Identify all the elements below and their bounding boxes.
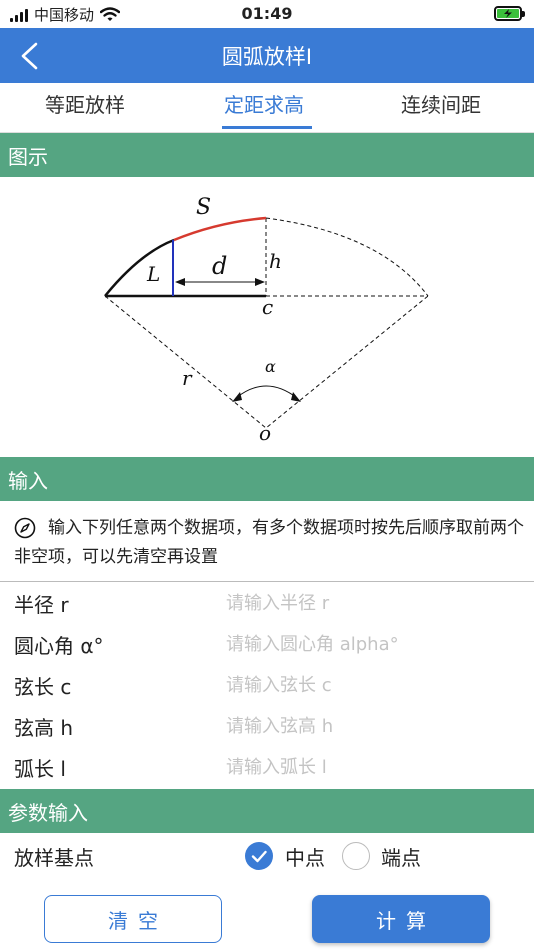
angle-arrow-right xyxy=(291,392,301,402)
radio-label-endpoint[interactable]: 端点 xyxy=(381,842,421,871)
label-o: o xyxy=(259,421,271,445)
input-hint: 输入下列任意两个数据项，有多个数据项时按先后顺序取前两个非空项，可以先清空再设置 xyxy=(0,502,534,582)
field-label: 弦长 c xyxy=(14,675,72,699)
battery-icon xyxy=(494,6,525,21)
active-tab-indicator xyxy=(222,126,312,129)
nav-bar: 圆弧放样I xyxy=(0,28,534,83)
label-S: S xyxy=(196,195,211,220)
field-label: 弧长 l xyxy=(14,757,66,781)
radio-label-midpoint[interactable]: 中点 xyxy=(285,842,325,871)
label-h: h xyxy=(269,249,282,273)
central-angle-input[interactable] xyxy=(226,628,526,660)
chord-length-input[interactable] xyxy=(226,669,526,701)
arc-diagram: S L d h c α r o xyxy=(0,178,534,456)
radio-midpoint[interactable] xyxy=(245,842,273,870)
calculate-button[interactable]: 计算 xyxy=(312,895,490,943)
section-header-params: 参数输入 xyxy=(0,789,534,833)
label-alpha: α xyxy=(265,357,276,376)
label-c: c xyxy=(262,295,273,319)
section-header-input: 输入 xyxy=(0,457,534,501)
field-chord-length: 弦长 c xyxy=(0,665,534,706)
field-radius: 半径 r xyxy=(0,583,534,624)
arc-length-input[interactable] xyxy=(226,751,526,783)
hint-text: 输入下列任意两个数据项，有多个数据项时按先后顺序取前两个非空项，可以先清空再设置 xyxy=(14,518,524,567)
field-label: 半径 r xyxy=(14,593,69,617)
tab-fixed-distance-height[interactable]: 定距求高 xyxy=(224,89,304,118)
base-point-row: 放样基点 中点 端点 xyxy=(0,834,534,878)
field-central-angle: 圆心角 α° xyxy=(0,624,534,665)
label-L: L xyxy=(146,262,160,286)
arc-segment-red xyxy=(173,216,267,242)
radio-endpoint[interactable] xyxy=(342,842,370,870)
field-chord-height: 弦高 h xyxy=(0,706,534,747)
field-label: 弦高 h xyxy=(14,716,74,740)
angle-arrow-left xyxy=(232,392,242,402)
status-bar: 中国移动 01:49 xyxy=(0,0,534,28)
angle-arc xyxy=(235,385,298,399)
field-label: 圆心角 α° xyxy=(14,634,104,658)
tab-equal-spacing[interactable]: 等距放样 xyxy=(45,89,125,118)
page-title: 圆弧放样I xyxy=(221,45,313,69)
field-arc-length: 弧长 l xyxy=(0,747,534,788)
base-point-label: 放样基点 xyxy=(14,846,94,870)
arc-segment-black xyxy=(104,238,175,297)
chord-height-input[interactable] xyxy=(226,710,526,742)
clock: 01:49 xyxy=(241,4,293,23)
tab-continuous-spacing[interactable]: 连续间距 xyxy=(401,89,481,118)
radius-input[interactable] xyxy=(226,587,526,619)
checkmark-icon xyxy=(251,850,267,863)
battery-fill xyxy=(497,9,519,18)
tab-bar: 等距放样 定距求高 连续间距 xyxy=(0,83,534,133)
dashed-arc xyxy=(265,217,429,297)
section-header-diagram: 图示 xyxy=(0,133,534,177)
clear-button[interactable]: 清空 xyxy=(44,895,222,943)
label-r: r xyxy=(182,366,193,390)
label-d: d xyxy=(212,252,227,280)
